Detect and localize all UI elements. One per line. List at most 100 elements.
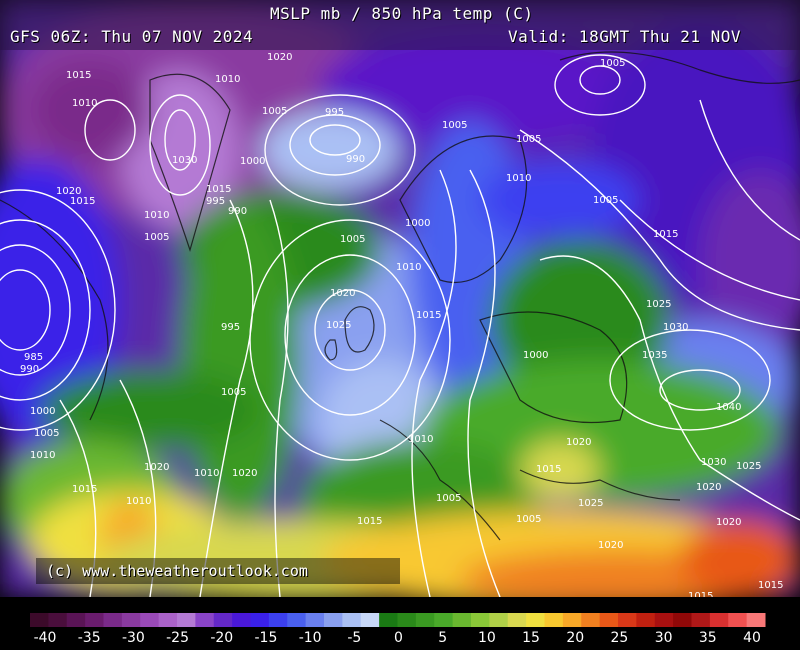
isobar-label: 1005 <box>600 58 625 69</box>
isobar-label: 1005 <box>442 120 467 131</box>
scale-tick-label: 15 <box>522 630 540 646</box>
scale-swatch <box>324 613 343 627</box>
isobar-label: 1015 <box>70 196 95 207</box>
isobar-label: 1020 <box>267 52 292 63</box>
scale-swatch <box>709 613 729 627</box>
isobar-label: 1030 <box>172 155 197 166</box>
scale-tick-label: 10 <box>477 630 496 646</box>
scale-swatch <box>66 613 86 627</box>
isobar-label: 1020 <box>598 540 623 551</box>
isobar-label: 1010 <box>72 98 97 109</box>
scale-tick-label: 0 <box>394 630 403 646</box>
chart-title: MSLP mb / 850 hPa temp (C) <box>270 4 534 23</box>
isobar-label: 1010 <box>408 434 433 445</box>
isobar-label: 1025 <box>646 299 671 310</box>
isobar-label: 1020 <box>696 482 721 493</box>
scale-swatch <box>471 613 490 627</box>
isobar-label: 1015 <box>536 464 561 475</box>
scale-tick-label: -15 <box>254 630 278 646</box>
isobar-label: 1005 <box>593 195 618 206</box>
scale-tick-label: 20 <box>566 630 585 646</box>
scale-swatch <box>268 613 288 627</box>
isobar-label: 1010 <box>506 173 531 184</box>
isobar-label: 1020 <box>716 517 741 528</box>
scale-tick-label: 30 <box>654 630 673 646</box>
scale-swatch <box>342 613 362 627</box>
scale-swatch <box>562 613 582 627</box>
isobar-label: 985 <box>24 352 43 363</box>
scale-swatch <box>140 613 160 627</box>
isobar-label: 1010 <box>194 468 219 479</box>
isobar-label: 1010 <box>396 262 421 273</box>
scale-swatch <box>599 613 619 627</box>
scale-swatch <box>544 613 564 627</box>
scale-swatch <box>121 613 141 627</box>
scale-swatch <box>103 613 123 627</box>
scale-swatch <box>287 613 307 627</box>
isobar-label: 1005 <box>340 234 365 245</box>
scale-swatch <box>654 613 674 627</box>
isobar-label: 1040 <box>716 402 741 413</box>
scale-swatch <box>434 613 454 627</box>
scale-tick-label: -35 <box>77 630 101 646</box>
isobar-label: 1035 <box>642 350 667 361</box>
scale-swatch <box>636 613 656 627</box>
isobar-label: 1000 <box>240 156 265 167</box>
scale-swatch <box>213 613 233 627</box>
scale-tick-label: 35 <box>698 630 717 646</box>
scale-swatch <box>746 613 766 627</box>
isobar-label: 1010 <box>144 210 169 221</box>
scale-swatch <box>728 613 748 627</box>
temperature-map: 1015 1010 1010 1005 995 990 1030 1000 10… <box>0 0 800 597</box>
scale-swatch <box>85 613 105 627</box>
isobar-label: 995 <box>221 322 240 333</box>
isobar-label: 1005 <box>221 387 246 398</box>
weather-chart: 1015 1010 1010 1005 995 990 1030 1000 10… <box>0 0 800 650</box>
isobar-label: 1025 <box>736 461 761 472</box>
isobar-label: 1005 <box>436 493 461 504</box>
scale-swatch <box>30 613 49 627</box>
scale-swatch <box>232 613 252 627</box>
isobar-label: 990 <box>20 364 39 375</box>
isobar-label: 1015 <box>66 70 91 81</box>
isobar-label: 1010 <box>30 450 55 461</box>
isobar-label: 1005 <box>144 232 169 243</box>
scale-swatch <box>618 613 637 627</box>
isobar-label: 1030 <box>701 457 726 468</box>
isobar-label: 1015 <box>72 484 97 495</box>
scale-tick-label: -5 <box>347 630 362 646</box>
scale-tick-label: -20 <box>210 630 234 646</box>
scale-swatch <box>489 613 509 627</box>
isobar-label: 1020 <box>566 437 591 448</box>
scale-tick-label: -30 <box>121 630 145 646</box>
isobar-label: 1030 <box>663 322 688 333</box>
model-run-label: GFS 06Z: Thu 07 NOV 2024 <box>10 27 254 46</box>
isobar-label: 1000 <box>405 218 430 229</box>
isobar-label: 1000 <box>523 350 548 361</box>
isobar-label: 1005 <box>262 106 287 117</box>
scale-swatch <box>673 613 693 627</box>
isobar-label: 990 <box>228 206 247 217</box>
isobar-label: 1015 <box>206 184 231 195</box>
isobar-label: 1015 <box>416 310 441 321</box>
isobar-label: 1000 <box>30 406 55 417</box>
scale-swatch <box>415 613 435 627</box>
isobar-label: 1005 <box>34 428 59 439</box>
isobar-label: 1025 <box>326 320 351 331</box>
isobar-label: 1020 <box>144 462 169 473</box>
scale-tick-label: -25 <box>166 630 189 646</box>
scale-swatch <box>507 613 527 627</box>
isobar-label: 1020 <box>232 468 257 479</box>
credit-text: (c) www.theweatheroutlook.com <box>46 562 308 580</box>
scale-swatch <box>526 613 546 627</box>
scale-swatch <box>379 613 399 627</box>
temperature-field <box>0 0 800 597</box>
scale-tick-label: 40 <box>743 630 761 646</box>
isobar-label: 995 <box>206 196 225 207</box>
isobar-label: 1005 <box>516 134 541 145</box>
scale-tick-label: 25 <box>610 630 629 646</box>
color-scale-bar: -40 -35 -30 -25 -20 -15 -10 -5 0 5 10 15 20 25 30 35 40 <box>0 597 800 650</box>
isobar-label: 995 <box>325 107 344 118</box>
isobar-label: 990 <box>346 154 365 165</box>
isobar-label: 1025 <box>578 498 603 509</box>
